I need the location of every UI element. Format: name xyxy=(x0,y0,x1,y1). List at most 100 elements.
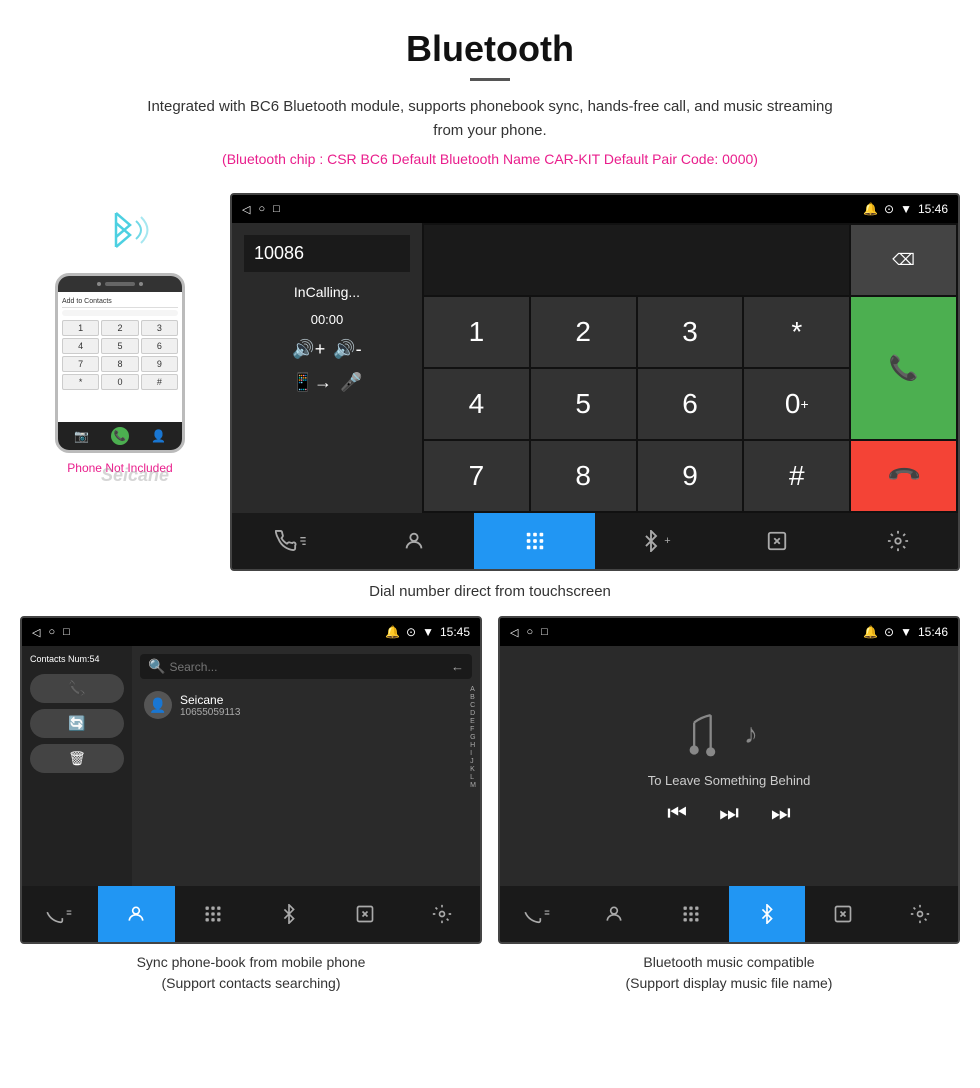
phone-key-2[interactable]: 2 xyxy=(101,320,138,336)
recent-icon[interactable]: □ xyxy=(273,203,280,215)
mic-icon[interactable]: 🎤 xyxy=(340,372,362,393)
phone-bottom-bar: 📷 📞 👤 xyxy=(58,422,182,450)
car-nav-phone[interactable] xyxy=(232,513,353,569)
contacts-caption-sub: (Support contacts searching) xyxy=(162,975,341,991)
contacts-back-icon[interactable]: ◁ xyxy=(32,626,40,639)
phone-key-hash[interactable]: # xyxy=(141,374,178,390)
music-recent-icon[interactable]: □ xyxy=(541,626,548,638)
phone-speaker xyxy=(105,282,135,286)
dial-key-hangup[interactable]: 📞 xyxy=(851,441,956,511)
phone-key-6[interactable]: 6 xyxy=(141,338,178,354)
play-pause-btn[interactable]: ⏭ xyxy=(719,800,739,826)
contacts-home-icon[interactable]: ○ xyxy=(48,626,55,638)
phone-key-7[interactable]: 7 xyxy=(62,356,99,372)
contact-item: 👤 Seicane 10655059113 xyxy=(140,687,472,723)
contact-search-row: 🔍 ← xyxy=(140,654,472,679)
bottom-screens: ◁ ○ □ 🔔 ⊙ ▼ 15:45 Contacts Num:54 📞 🔄 xyxy=(0,616,980,996)
contacts-caption-main: Sync phone-book from mobile phone xyxy=(137,954,366,970)
music-back-icon[interactable]: ◁ xyxy=(510,626,518,639)
music-nav-contacts[interactable] xyxy=(576,886,652,942)
dial-key-0plus[interactable]: 0+ xyxy=(744,369,849,439)
call-action-btn[interactable]: 📞 xyxy=(30,674,124,703)
phone-contacts-header: Add to Contacts xyxy=(62,296,178,308)
dial-key-7[interactable]: 7 xyxy=(424,441,529,511)
contacts-recent-icon[interactable]: □ xyxy=(63,626,70,638)
phone-key-8[interactable]: 8 xyxy=(101,356,138,372)
music-area: ♪ To Leave Something Behind ⏮ ⏭ ⏭ xyxy=(500,646,958,886)
page-description: Integrated with BC6 Bluetooth module, su… xyxy=(140,95,840,143)
dial-section: 10086 InCalling... 00:00 🔊+ 🔊- 📱→ 🎤 xyxy=(232,223,958,513)
search-backspace-icon[interactable]: ← xyxy=(451,659,464,674)
contacts-nav-settings[interactable] xyxy=(404,886,480,942)
phone-sensor-dot xyxy=(139,282,143,286)
car-dial-left: 10086 InCalling... 00:00 🔊+ 🔊- 📱→ 🎤 xyxy=(232,223,422,513)
dial-key-star[interactable]: * xyxy=(744,297,849,367)
dial-key-9[interactable]: 9 xyxy=(638,441,743,511)
phone-key-9[interactable]: 9 xyxy=(141,356,178,372)
music-nav-dialpad[interactable] xyxy=(653,886,729,942)
car-backspace-btn[interactable]: ⌫ xyxy=(851,225,956,295)
phone-video-btn[interactable]: 📷 xyxy=(74,429,89,443)
back-icon[interactable]: ◁ xyxy=(242,203,250,216)
sync-action-btn[interactable]: 🔄 xyxy=(30,709,124,738)
music-nav-phone[interactable] xyxy=(500,886,576,942)
dial-key-hash[interactable]: # xyxy=(744,441,849,511)
music-caption: Bluetooth music compatible (Support disp… xyxy=(498,944,960,996)
contacts-nav-exit[interactable] xyxy=(327,886,403,942)
dial-key-4[interactable]: 4 xyxy=(424,369,529,439)
page-header: Bluetooth Integrated with BC6 Bluetooth … xyxy=(0,0,980,193)
delete-action-btn[interactable]: 🗑 xyxy=(30,744,124,773)
dial-key-8[interactable]: 8 xyxy=(531,441,636,511)
prev-track-btn[interactable]: ⏮ xyxy=(667,800,687,826)
music-nav-exit[interactable] xyxy=(805,886,881,942)
contacts-status-bar: ◁ ○ □ 🔔 ⊙ ▼ 15:45 xyxy=(22,618,480,646)
contact-avatar: 👤 xyxy=(144,691,172,719)
phone-number-display xyxy=(62,310,178,316)
contacts-status-right: 🔔 ⊙ ▼ 15:45 xyxy=(385,625,470,639)
phone-key-3[interactable]: 3 xyxy=(141,320,178,336)
contacts-nav-dialpad[interactable] xyxy=(175,886,251,942)
phone-key-0[interactable]: 0 xyxy=(101,374,138,390)
dial-key-2[interactable]: 2 xyxy=(531,297,636,367)
contact-search-input[interactable] xyxy=(169,660,451,674)
dial-key-3[interactable]: 3 xyxy=(638,297,743,367)
contacts-loc-icon: ⊙ xyxy=(406,625,416,639)
car-nav-settings[interactable] xyxy=(837,513,958,569)
contacts-nav-bluetooth[interactable] xyxy=(251,886,327,942)
contacts-car-screen: ◁ ○ □ 🔔 ⊙ ▼ 15:45 Contacts Num:54 📞 🔄 xyxy=(20,616,482,944)
car-nav-bluetooth[interactable]: + xyxy=(595,513,716,569)
vol-down-icon[interactable]: 🔊- xyxy=(333,339,361,360)
contacts-nav-phone[interactable] xyxy=(22,886,98,942)
car-nav-contacts[interactable] xyxy=(353,513,474,569)
dial-key-1[interactable]: 1 xyxy=(424,297,529,367)
car-dial-input-bar xyxy=(424,225,849,295)
phone-call-btn[interactable]: 📞 xyxy=(111,427,129,445)
phone-key-4[interactable]: 4 xyxy=(62,338,99,354)
car-nav-dialpad[interactable] xyxy=(474,513,595,569)
home-icon[interactable]: ○ xyxy=(258,203,265,215)
contact-phone: 10655059113 xyxy=(180,707,240,718)
phone-key-5[interactable]: 5 xyxy=(101,338,138,354)
transfer-icon[interactable]: 📱→ xyxy=(292,372,332,393)
phone-key-star[interactable]: * xyxy=(62,374,99,390)
phone-contacts-btn[interactable]: 👤 xyxy=(151,429,166,443)
vol-up-icon[interactable]: 🔊+ xyxy=(292,339,325,360)
music-notif-icon: 🔔 xyxy=(863,625,878,639)
contacts-nav-contacts[interactable] xyxy=(98,886,174,942)
music-nav-settings[interactable] xyxy=(882,886,958,942)
music-home-icon[interactable]: ○ xyxy=(526,626,533,638)
dial-key-call[interactable]: 📞 xyxy=(851,297,956,439)
status-time: 15:46 xyxy=(918,202,948,216)
contacts-left-panel: Contacts Num:54 📞 🔄 🗑 xyxy=(22,646,132,886)
next-track-btn[interactable]: ⏭ xyxy=(771,800,791,826)
music-nav-bluetooth[interactable] xyxy=(729,886,805,942)
car-calling-status: InCalling... xyxy=(244,284,410,300)
phone-key-1[interactable]: 1 xyxy=(62,320,99,336)
car-nav-exit[interactable] xyxy=(716,513,837,569)
dial-key-5[interactable]: 5 xyxy=(531,369,636,439)
svg-text:♪: ♪ xyxy=(744,719,758,749)
main-caption: Dial number direct from touchscreen xyxy=(0,577,980,616)
music-status-right: 🔔 ⊙ ▼ 15:46 xyxy=(863,625,948,639)
music-song-title: To Leave Something Behind xyxy=(648,773,811,788)
dial-key-6[interactable]: 6 xyxy=(638,369,743,439)
